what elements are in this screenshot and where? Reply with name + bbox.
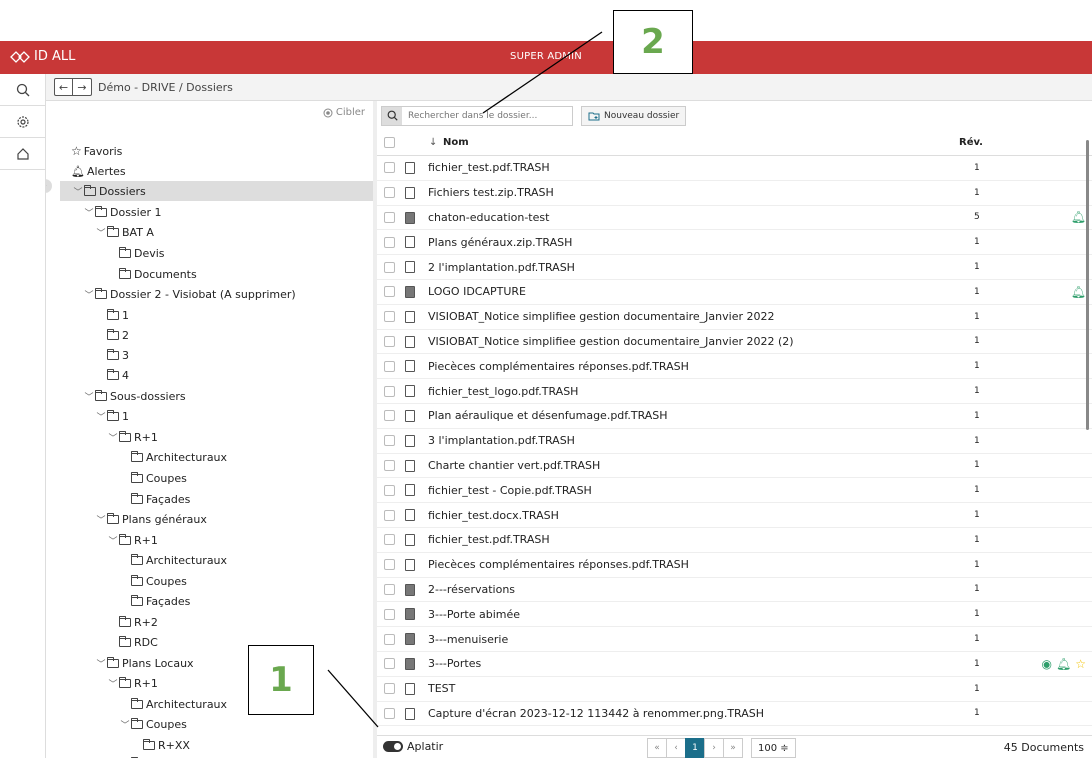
annotation-callout-2: 2 (613, 10, 693, 74)
annotation-lines (327, 31, 603, 728)
annotation-callout-1: 1 (248, 645, 314, 715)
